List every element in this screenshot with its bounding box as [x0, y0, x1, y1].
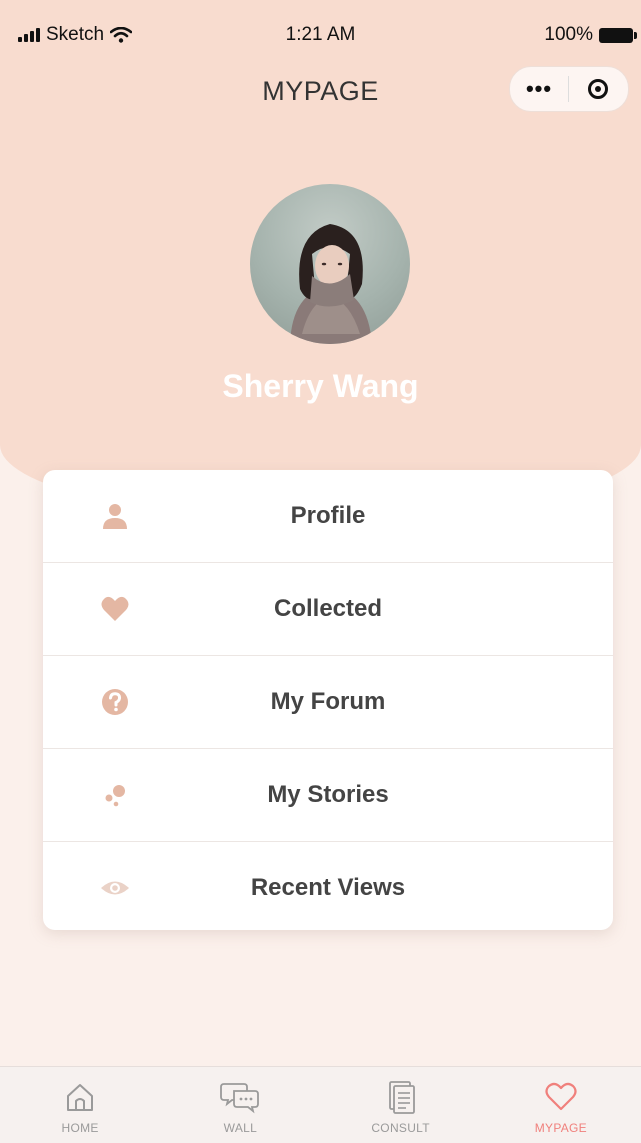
avatar-photo — [290, 224, 372, 344]
menu-label: My Stories — [267, 781, 389, 808]
tab-bar: HOME WALL CONSULT MYPAGE — [0, 1066, 641, 1143]
target-icon — [588, 79, 608, 99]
home-icon — [60, 1077, 100, 1117]
tab-wall[interactable]: WALL — [160, 1067, 320, 1143]
user-name: Sherry Wang — [222, 368, 419, 404]
more-button[interactable]: ••• — [510, 76, 568, 102]
tab-label: CONSULT — [371, 1121, 430, 1135]
battery-percent: 100% — [544, 24, 593, 45]
menu-card: Profile Collected My Forum My Stories Re… — [43, 470, 613, 930]
tab-home[interactable]: HOME — [0, 1067, 160, 1143]
menu-label: Collected — [273, 595, 383, 622]
menu-item-collected[interactable]: Collected — [43, 563, 613, 656]
person-icon — [99, 500, 131, 532]
avatar[interactable] — [250, 184, 410, 344]
menu-item-recent-views[interactable]: Recent Views — [43, 842, 613, 930]
tab-label: WALL — [223, 1121, 258, 1135]
tab-label: MYPAGE — [534, 1121, 587, 1135]
status-bar: Sketch 1:21 AM 100% — [0, 18, 641, 54]
battery-icon — [599, 27, 637, 43]
eye-icon — [99, 872, 131, 904]
document-icon — [381, 1077, 421, 1117]
mini-program-capsule: ••• — [509, 66, 629, 112]
chat-icon — [220, 1077, 260, 1117]
heart-outline-icon — [541, 1077, 581, 1117]
tab-label: HOME — [61, 1121, 99, 1135]
close-button[interactable] — [569, 79, 627, 99]
tab-mypage[interactable]: MYPAGE — [481, 1067, 641, 1143]
menu-label: Profile — [290, 502, 366, 529]
menu-label: Recent Views — [250, 874, 406, 901]
menu-item-profile[interactable]: Profile — [43, 470, 613, 563]
menu-item-my-stories[interactable]: My Stories — [43, 749, 613, 842]
heart-icon — [99, 593, 131, 625]
menu-item-my-forum[interactable]: My Forum — [43, 656, 613, 749]
question-icon — [99, 686, 131, 718]
bubbles-icon — [99, 779, 131, 811]
menu-label: My Forum — [270, 688, 386, 715]
tab-consult[interactable]: CONSULT — [321, 1067, 481, 1143]
